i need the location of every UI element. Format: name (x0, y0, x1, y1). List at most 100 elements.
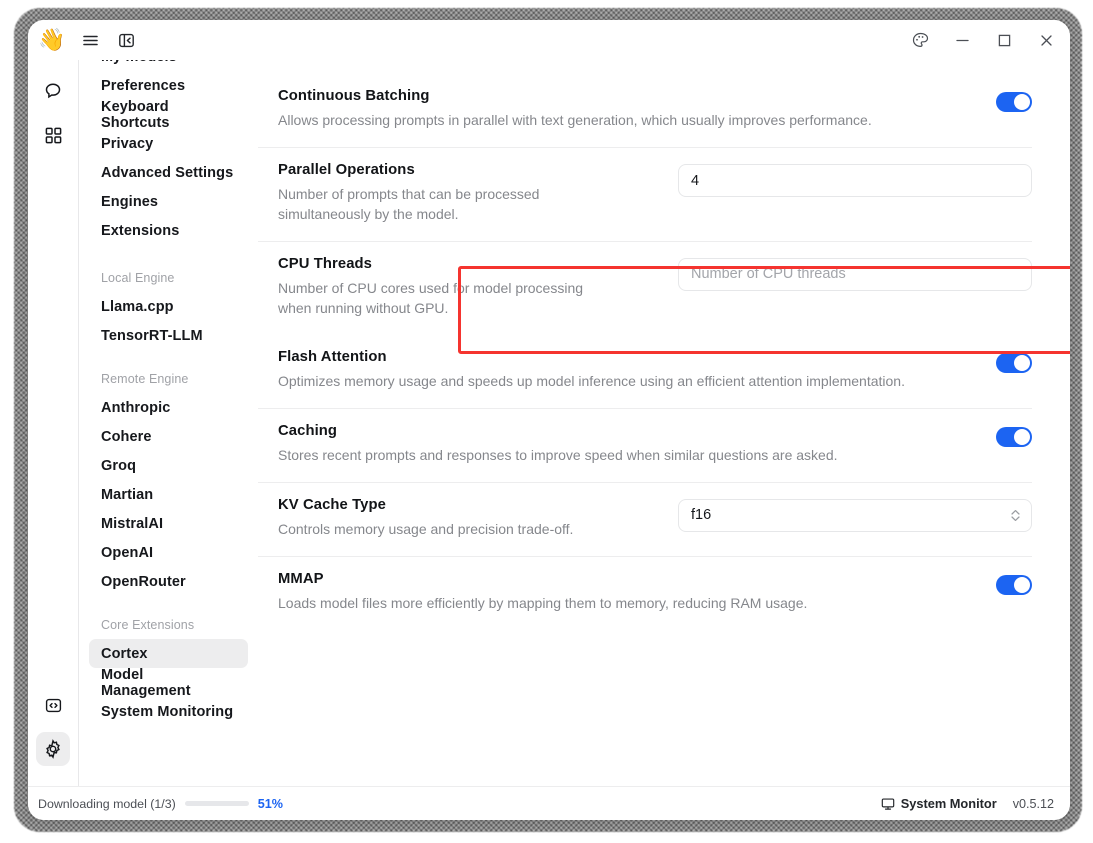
setting-text-group: Caching Stores recent prompts and respon… (278, 423, 996, 466)
sidebar-item-openrouter[interactable]: OpenRouter (89, 567, 248, 596)
sidebar-item-advanced-settings[interactable]: Advanced Settings (89, 158, 248, 187)
sidebar-item-label: Engines (101, 194, 158, 210)
toggle-knob (1014, 355, 1030, 371)
sidebar-item-label: OpenAI (101, 545, 153, 561)
setting-control-group (996, 423, 1032, 447)
setting-title: KV Cache Type (278, 497, 658, 513)
input-value: 4 (691, 173, 699, 189)
setting-row-cpu-threads: CPU Threads Number of CPU cores used for… (258, 242, 1032, 335)
code-icon[interactable] (36, 688, 70, 722)
chevron-up-down-icon (1010, 508, 1021, 523)
download-status-label: Downloading model (1/3) (38, 797, 176, 811)
sidebar-item-mistralai[interactable]: MistralAI (89, 509, 248, 538)
system-monitor-button[interactable]: System Monitor (881, 796, 997, 811)
status-bar: Downloading model (1/3) 51% Sy (28, 786, 1070, 820)
setting-title: Continuous Batching (278, 88, 976, 104)
setting-description: Allows processing prompts in parallel wi… (278, 111, 918, 131)
select-value: f16 (691, 507, 711, 523)
sidebar-item-anthropic[interactable]: Anthropic (89, 393, 248, 422)
setting-row-flash-attention: Flash Attention Optimizes memory usage a… (258, 335, 1032, 409)
setting-control-group (996, 571, 1032, 595)
setting-text-group: KV Cache Type Controls memory usage and … (278, 497, 678, 540)
sidebar-item-tensorrt-llm[interactable]: TensorRT-LLM (89, 321, 248, 350)
sidebar-item-my-models[interactable]: My models (89, 60, 248, 71)
sidebar-item-cohere[interactable]: Cohere (89, 422, 248, 451)
palette-icon[interactable] (910, 30, 930, 50)
sidebar-section-local-engine: Local Engine (89, 271, 248, 285)
sidebar-item-extensions[interactable]: Extensions (89, 216, 248, 245)
setting-title: MMAP (278, 571, 976, 587)
cpu-threads-input[interactable]: Number of CPU threads (678, 258, 1032, 291)
setting-description: Number of prompts that can be processed … (278, 185, 588, 225)
sidebar-item-openai[interactable]: OpenAI (89, 538, 248, 567)
parallel-operations-input[interactable]: 4 (678, 164, 1032, 197)
sidebar-item-label: OpenRouter (101, 574, 186, 590)
sidebar-item-label: Cohere (101, 429, 152, 445)
sidebar-item-label: Groq (101, 458, 136, 474)
setting-title: Caching (278, 423, 976, 439)
setting-row-mmap: MMAP Loads model files more efficiently … (258, 557, 1032, 631)
setting-text-group: MMAP Loads model files more efficiently … (278, 571, 996, 614)
window-body: My models Preferences Keyboard Shortcuts… (28, 60, 1070, 786)
setting-row-caching: Caching Stores recent prompts and respon… (258, 409, 1032, 483)
sidebar-item-privacy[interactable]: Privacy (89, 129, 248, 158)
flash-attention-toggle[interactable] (996, 353, 1032, 373)
setting-title: CPU Threads (278, 256, 658, 272)
setting-control-group: f16 (678, 497, 1032, 532)
setting-title: Flash Attention (278, 349, 976, 365)
app-logo-wave-icon: 👋 (38, 29, 65, 51)
system-monitor-label: System Monitor (901, 796, 997, 811)
hamburger-menu-icon[interactable] (79, 29, 101, 51)
toggle-knob (1014, 94, 1030, 110)
close-icon[interactable] (1036, 30, 1056, 50)
settings-list: Continuous Batching Allows processing pr… (258, 60, 1032, 631)
setting-row-parallel-operations: Parallel Operations Number of prompts th… (258, 148, 1032, 242)
application-window: 👋 (28, 20, 1070, 820)
toggle-knob (1014, 429, 1030, 445)
settings-main-panel: Continuous Batching Allows processing pr… (258, 60, 1070, 786)
setting-text-group: CPU Threads Number of CPU cores used for… (278, 256, 678, 319)
input-placeholder: Number of CPU threads (691, 266, 846, 282)
display-monitor-icon (881, 797, 895, 811)
sidebar-scroll-content: My models Preferences Keyboard Shortcuts… (89, 60, 248, 726)
icon-rail (28, 60, 78, 786)
setting-row-continuous-batching: Continuous Batching Allows processing pr… (258, 74, 1032, 148)
sidebar-item-preferences[interactable]: Preferences (89, 71, 248, 100)
sidebar-item-label: MistralAI (101, 516, 163, 532)
desktop-backdrop: 👋 (0, 0, 1093, 843)
title-bar-left-group: 👋 (38, 29, 137, 51)
minimize-icon[interactable] (952, 30, 972, 50)
chat-icon[interactable] (36, 74, 70, 108)
sidebar-item-label: System Monitoring (101, 704, 233, 720)
caching-toggle[interactable] (996, 427, 1032, 447)
download-status-group: Downloading model (1/3) 51% (38, 797, 283, 811)
apps-grid-icon[interactable] (36, 118, 70, 152)
kv-cache-type-select[interactable]: f16 (678, 499, 1032, 532)
panel-collapse-icon[interactable] (115, 29, 137, 51)
app-version-label: v0.5.12 (1013, 797, 1054, 811)
settings-sidebar[interactable]: My models Preferences Keyboard Shortcuts… (78, 60, 258, 786)
sidebar-item-label: TensorRT-LLM (101, 328, 203, 344)
download-progress-percent: 51% (258, 797, 283, 811)
sidebar-item-groq[interactable]: Groq (89, 451, 248, 480)
setting-description: Number of CPU cores used for model proce… (278, 279, 588, 319)
sidebar-item-cortex[interactable]: Cortex (89, 639, 248, 668)
sidebar-item-engines[interactable]: Engines (89, 187, 248, 216)
window-controls (910, 30, 1056, 50)
sidebar-item-llama-cpp[interactable]: Llama.cpp (89, 292, 248, 321)
settings-gear-icon[interactable] (36, 732, 70, 766)
setting-control-group (996, 349, 1032, 373)
continuous-batching-toggle[interactable] (996, 92, 1032, 112)
sidebar-item-keyboard-shortcuts[interactable]: Keyboard Shortcuts (89, 100, 248, 129)
sidebar-item-model-management[interactable]: Model Management (89, 668, 248, 697)
maximize-icon[interactable] (994, 30, 1014, 50)
sidebar-item-system-monitoring[interactable]: System Monitoring (89, 697, 248, 726)
sidebar-item-label: Privacy (101, 136, 153, 152)
title-bar: 👋 (28, 20, 1070, 60)
sidebar-item-martian[interactable]: Martian (89, 480, 248, 509)
setting-title: Parallel Operations (278, 162, 658, 178)
sidebar-item-label: Model Management (101, 667, 236, 699)
sidebar-section-core-extensions: Core Extensions (89, 618, 248, 632)
sidebar-item-label: Advanced Settings (101, 165, 233, 181)
mmap-toggle[interactable] (996, 575, 1032, 595)
